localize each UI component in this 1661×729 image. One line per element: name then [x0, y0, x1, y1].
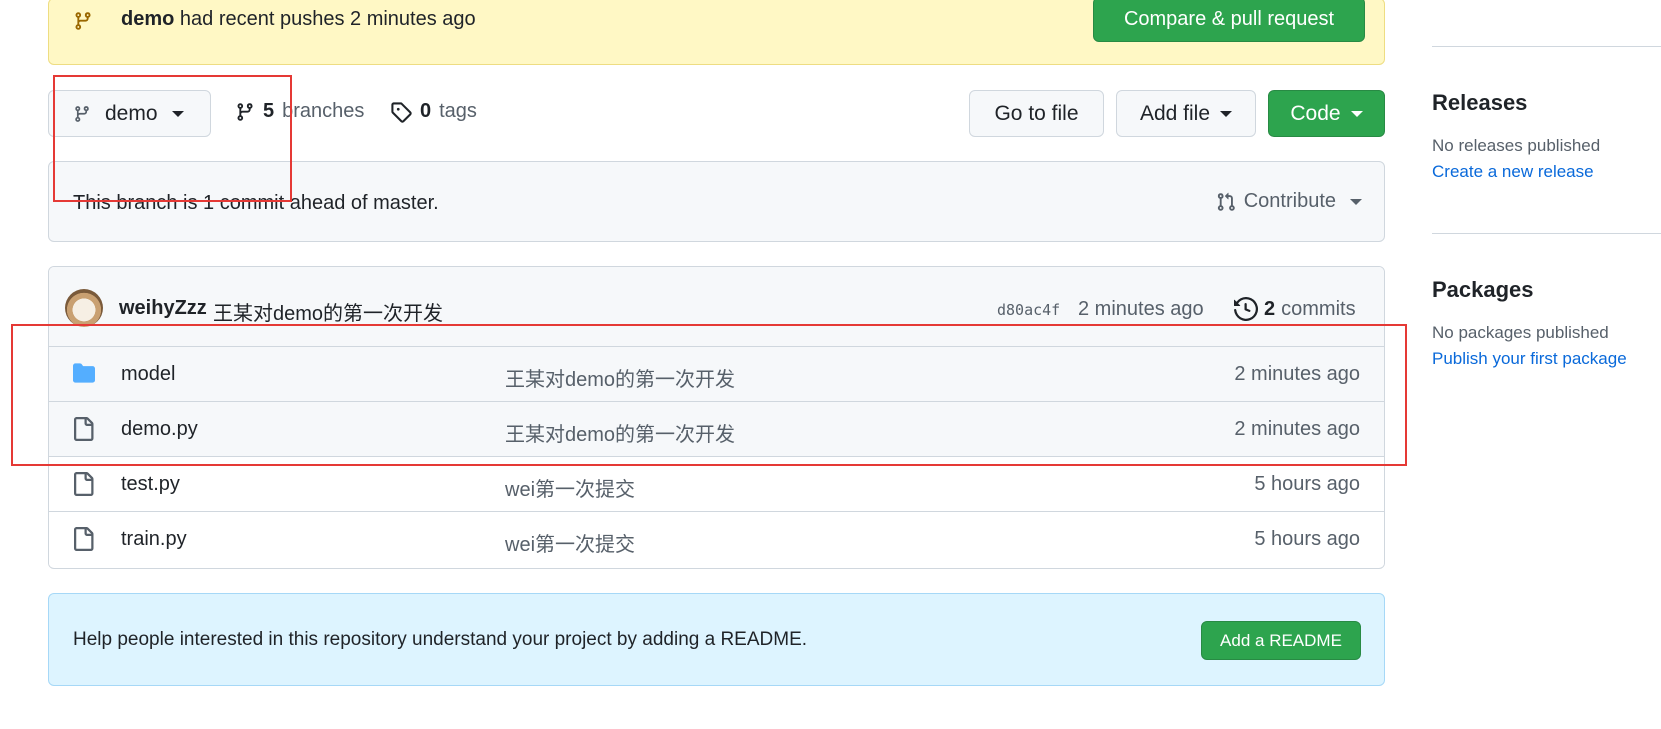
go-to-file-button[interactable]: Go to file: [969, 90, 1104, 137]
annotation-box-files: [11, 324, 1407, 466]
readme-prompt: Help people interested in this repositor…: [48, 593, 1385, 686]
publish-package-link[interactable]: Publish your first package: [1432, 349, 1661, 369]
releases-heading[interactable]: Releases: [1432, 90, 1661, 116]
create-release-link[interactable]: Create a new release: [1432, 162, 1661, 182]
file-icon: [71, 472, 95, 496]
commit-sha[interactable]: d80ac4f: [997, 301, 1060, 319]
contribute-dropdown[interactable]: Contribute: [1216, 190, 1362, 213]
annotation-box-branch: [53, 75, 292, 202]
git-branch-icon: [73, 9, 93, 33]
file-icon: [71, 527, 95, 551]
packages-heading[interactable]: Packages: [1432, 277, 1661, 303]
avatar[interactable]: [65, 289, 103, 327]
add-file-button[interactable]: Add file: [1116, 90, 1256, 137]
sidebar-divider: [1432, 46, 1661, 47]
file-name[interactable]: train.py: [121, 528, 187, 551]
contribute-label: Contribute: [1243, 190, 1336, 212]
code-button[interactable]: Code: [1268, 90, 1385, 137]
releases-empty-text: No releases published: [1432, 136, 1601, 155]
commit-time: 2 minutes ago: [1078, 298, 1204, 320]
tags-link[interactable]: 0 tags: [390, 100, 477, 123]
file-commit-message[interactable]: wei第一次提交: [505, 528, 635, 557]
commits-history-link[interactable]: 2 commits: [1234, 297, 1356, 321]
chevron-down-icon: [1220, 110, 1233, 117]
file-name[interactable]: test.py: [121, 473, 180, 496]
releases-section: Releases No releases published Create a …: [1432, 90, 1661, 182]
file-commit-message[interactable]: wei第一次提交: [505, 473, 635, 502]
packages-section: Packages No packages published Publish y…: [1432, 277, 1661, 369]
add-file-label: Add file: [1139, 101, 1211, 125]
branches-label: branches: [282, 100, 365, 122]
readme-prompt-text: Help people interested in this repositor…: [73, 629, 808, 650]
tags-count: 0: [420, 100, 432, 122]
commits-label: commits: [1281, 297, 1356, 320]
tag-icon: [390, 101, 412, 123]
add-readme-button[interactable]: Add a README: [1201, 621, 1361, 660]
recent-push-banner: demo had recent pushes 2 minutes ago Com…: [48, 0, 1385, 65]
commit-message[interactable]: 王某对demo的第一次开发: [213, 297, 443, 326]
compare-pull-request-button[interactable]: Compare & pull request: [1093, 0, 1365, 42]
file-age: 5 hours ago: [1254, 473, 1360, 495]
chevron-down-icon: [1350, 110, 1363, 117]
banner-branch-name[interactable]: demo: [121, 8, 174, 30]
commits-count: 2: [1264, 297, 1276, 320]
tags-label: tags: [439, 100, 477, 122]
git-pull-request-icon: [1216, 191, 1236, 213]
chevron-down-icon: [1350, 198, 1362, 205]
file-row[interactable]: train.py wei第一次提交 5 hours ago: [49, 512, 1384, 567]
history-icon: [1234, 297, 1258, 321]
banner-text: had recent pushes 2 minutes ago: [179, 8, 476, 30]
commit-author[interactable]: weihyZzz: [119, 297, 207, 320]
sidebar-divider: [1432, 233, 1661, 234]
banner-message: demo had recent pushes 2 minutes ago: [121, 8, 476, 31]
code-label: Code: [1290, 101, 1341, 125]
file-age: 5 hours ago: [1254, 528, 1360, 550]
packages-empty-text: No packages published: [1432, 323, 1609, 342]
